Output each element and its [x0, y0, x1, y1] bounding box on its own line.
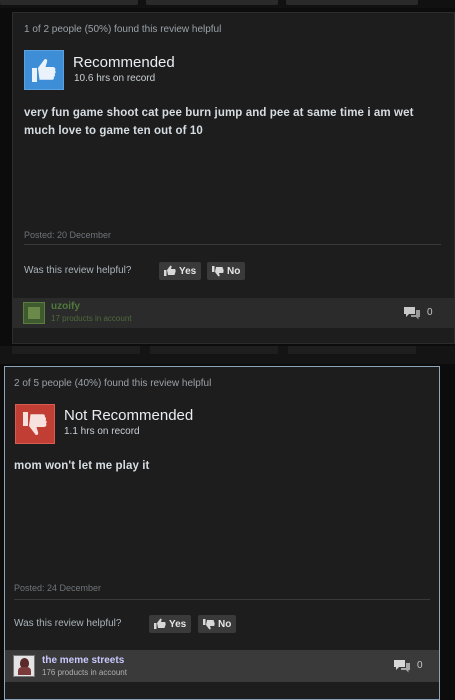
author-products: 176 products in account	[42, 668, 127, 677]
yes-label: Yes	[179, 265, 197, 277]
comment-count: 0	[417, 660, 423, 671]
previous-card-edge	[286, 0, 418, 5]
avatar[interactable]	[13, 655, 35, 677]
no-label: No	[227, 265, 241, 277]
next-card-edge	[150, 346, 278, 354]
vote-no-button[interactable]: No	[207, 262, 246, 280]
hours-on-record: 10.6 hrs on record	[74, 73, 156, 84]
author-bar[interactable]: the meme streets 176 products in account…	[5, 650, 439, 682]
previous-card-edge	[146, 0, 278, 5]
posted-date: Posted: 24 December	[14, 583, 102, 593]
author-name[interactable]: uzoify	[51, 301, 80, 312]
verdict-title: Not Recommended	[64, 407, 194, 424]
previous-card-edge	[0, 0, 138, 5]
comment-icon[interactable]	[393, 659, 411, 673]
review-body: mom won't let me play it	[14, 460, 150, 472]
thumbs-down-icon	[15, 404, 55, 444]
helpful-question: Was this review helpful?	[14, 618, 122, 629]
review-card: 2 of 5 people (40%) found this review he…	[4, 366, 440, 700]
vote-no-button[interactable]: No	[198, 615, 237, 633]
helpful-question: Was this review helpful?	[24, 265, 132, 276]
thumbs-up-icon	[24, 50, 64, 90]
review-body: very fun game shoot cat pee burn jump an…	[24, 107, 414, 137]
author-name[interactable]: the meme streets	[42, 655, 124, 666]
divider	[24, 244, 441, 245]
comment-count: 0	[427, 307, 433, 318]
verdict-title: Recommended	[73, 54, 175, 71]
posted-date: Posted: 20 December	[24, 230, 112, 240]
separator-strip	[0, 346, 455, 364]
helpful-count: 2 of 5 people (40%) found this review he…	[14, 378, 212, 389]
thumbs-down-icon	[212, 266, 224, 277]
hours-on-record: 1.1 hrs on record	[64, 426, 140, 437]
review-card: 1 of 2 people (50%) found this review he…	[12, 12, 455, 344]
comment-icon[interactable]	[403, 306, 421, 320]
author-bar[interactable]: uzoify 17 products in account 0	[13, 298, 454, 328]
vote-yes-button[interactable]: Yes	[149, 615, 192, 633]
vote-yes-button[interactable]: Yes	[159, 262, 202, 280]
avatar[interactable]	[23, 302, 45, 324]
top-strip	[0, 0, 455, 8]
thumbs-up-icon	[154, 618, 166, 629]
thumbs-up-icon	[164, 265, 176, 276]
next-card-edge	[288, 346, 416, 354]
divider	[14, 599, 430, 600]
helpful-count: 1 of 2 people (50%) found this review he…	[24, 24, 222, 35]
yes-label: Yes	[169, 618, 187, 630]
next-card-edge	[12, 346, 140, 354]
thumbs-down-icon	[203, 619, 215, 630]
no-label: No	[218, 618, 232, 630]
author-products: 17 products in account	[51, 314, 132, 323]
